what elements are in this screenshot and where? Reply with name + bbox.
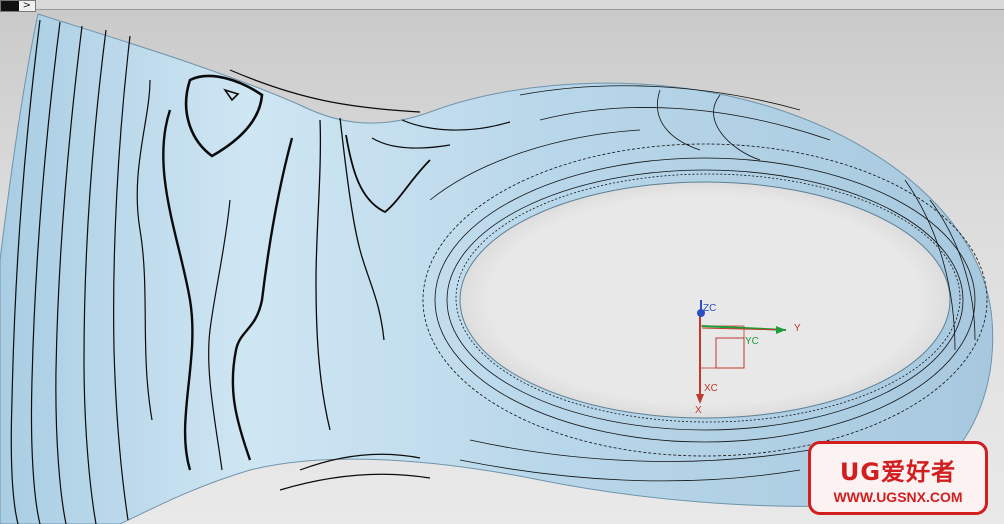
- zc-label: ZC: [703, 303, 717, 314]
- graphics-window[interactable]: ZC YC Y XC X > UG爱好者 WWW.UGSNX.COM: [0, 0, 1004, 524]
- xc-label: XC: [704, 383, 718, 394]
- watermark-logo: UG爱好者 WWW.UGSNX.COM: [808, 441, 988, 515]
- dark-tab: [1, 1, 19, 11]
- watermark-url: WWW.UGSNX.COM: [833, 489, 963, 505]
- viewport-top-edge: [0, 0, 1004, 10]
- y-label: Y: [794, 323, 801, 334]
- watermark-title: UG爱好者: [839, 458, 957, 486]
- yc-label: YC: [745, 336, 759, 347]
- expand-panel-button[interactable]: >: [0, 0, 36, 12]
- x-label: X: [695, 405, 702, 416]
- chevron-right-icon: >: [22, 0, 31, 11]
